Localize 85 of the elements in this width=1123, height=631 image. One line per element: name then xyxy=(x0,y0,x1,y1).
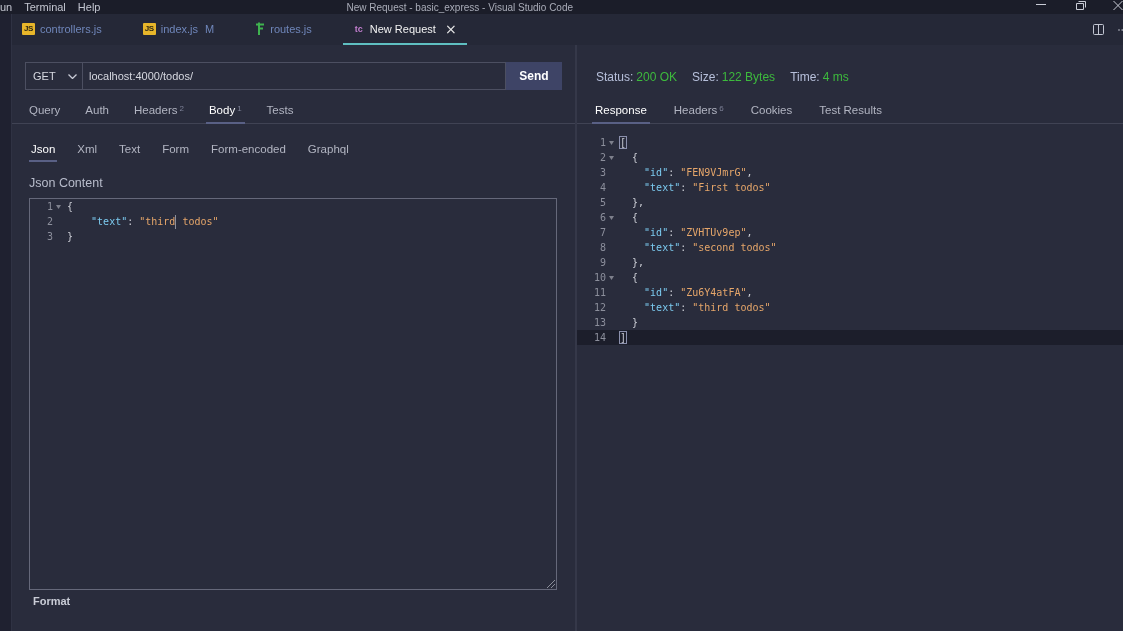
request-tab[interactable]: Headers $^{2}$ xyxy=(131,98,187,124)
line-number: 7 xyxy=(598,226,606,240)
menu-item[interactable]: Terminal xyxy=(24,0,66,14)
code-line: }, xyxy=(631,256,645,270)
editor-tab[interactable]: tc New Request × xyxy=(342,14,467,45)
code-line: } xyxy=(67,230,74,244)
line-number: 3 xyxy=(45,230,53,244)
section-label: Json Content xyxy=(29,175,104,192)
signpost-icon xyxy=(255,22,266,35)
response-tab[interactable]: Headers $^{6}$ xyxy=(670,98,727,124)
editor-tab[interactable]: JS index.js M xyxy=(132,14,246,45)
fold-arrow-icon[interactable] xyxy=(609,215,614,220)
code-line: }, xyxy=(631,196,645,210)
body-type-tab[interactable]: Text xyxy=(117,138,143,162)
fold-arrow-icon[interactable] xyxy=(609,140,614,145)
code-line: "text": "second todos" xyxy=(643,241,777,255)
code-line: { xyxy=(631,211,639,225)
response-meta-label: Size: xyxy=(692,69,719,85)
request-tab[interactable]: Tests xyxy=(263,98,297,124)
response-meta-value: 122 Bytes xyxy=(721,69,776,85)
method-select[interactable]: GET xyxy=(25,62,83,90)
code-line: { xyxy=(67,200,74,214)
editor-tab[interactable]: routes.js xyxy=(245,14,343,45)
body-type-tab[interactable]: Graphql xyxy=(305,138,351,162)
resize-grip-icon[interactable] xyxy=(547,580,555,588)
fold-arrow-icon[interactable] xyxy=(56,204,61,209)
fold-arrow-icon[interactable] xyxy=(609,275,614,280)
response-meta-label: Time: xyxy=(790,69,820,85)
code-line: [ xyxy=(620,136,627,150)
response-meta-value: 4 ms xyxy=(822,69,849,85)
line-number: 9 xyxy=(598,256,606,270)
line-number: 1 xyxy=(598,136,606,150)
response-meta-label: Status: xyxy=(596,69,634,85)
tc-icon: tc xyxy=(354,23,365,34)
line-number: 11 xyxy=(592,286,606,300)
code-line: "id": "FEN9VJmrG", xyxy=(643,166,753,180)
editor-tab[interactable]: JS controllers.js xyxy=(12,14,133,45)
line-number: 1 xyxy=(45,200,53,214)
request-tab[interactable]: Body $^{1}$ xyxy=(205,98,245,124)
line-number: 5 xyxy=(598,196,606,210)
code-line: { xyxy=(631,271,639,285)
more-actions-icon[interactable] xyxy=(1118,28,1123,31)
menu-item[interactable]: un xyxy=(0,0,13,14)
line-number: 13 xyxy=(592,316,606,330)
send-button[interactable]: Send xyxy=(506,62,562,90)
restore-icon[interactable] xyxy=(1076,1,1086,10)
window-title: New Request - basic_express - Visual Studio Code xyxy=(346,0,574,14)
line-number: 8 xyxy=(598,241,606,255)
line-number: 4 xyxy=(598,181,606,195)
format-button[interactable]: Format xyxy=(30,594,74,608)
code-line: "text": "third todos" xyxy=(643,301,771,315)
code-line: ] xyxy=(620,331,627,345)
request-tab[interactable]: Auth xyxy=(82,98,112,124)
line-number: 12 xyxy=(592,301,606,315)
json-editor[interactable]: 1 { 2 "text": "third todos" 3 } xyxy=(29,198,557,590)
code-line: "id": "Zu6Y4atFA", xyxy=(643,286,753,300)
body-type-tab[interactable]: Json xyxy=(29,138,58,162)
request-tab[interactable]: Query xyxy=(26,98,64,124)
line-number: 3 xyxy=(598,166,606,180)
response-tab[interactable]: Response xyxy=(592,98,650,124)
code-line: "id": "ZVHTUv9ep", xyxy=(643,226,753,240)
close-icon[interactable] xyxy=(1113,1,1123,10)
js-file-icon: JS xyxy=(142,22,156,35)
code-line: "text": "third todos" xyxy=(90,214,219,229)
response-tab[interactable]: Cookies xyxy=(747,98,796,124)
line-number: 2 xyxy=(598,151,606,165)
response-meta-value: 200 OK xyxy=(636,69,678,85)
body-type-tab[interactable]: Xml xyxy=(75,138,100,162)
menu-item[interactable]: Help xyxy=(77,0,101,14)
line-number: 10 xyxy=(592,271,606,285)
code-line: } xyxy=(631,316,639,330)
line-number: 2 xyxy=(45,215,53,229)
line-number: 14 xyxy=(592,331,606,345)
code-line: { xyxy=(631,151,639,165)
body-type-tab[interactable]: Form xyxy=(160,138,192,162)
fold-arrow-icon[interactable] xyxy=(609,155,614,160)
code-line: "text": "First todos" xyxy=(643,181,771,195)
url-input[interactable]: localhost:4000/todos/ xyxy=(83,62,506,90)
line-number: 6 xyxy=(598,211,606,225)
chevron-down-icon xyxy=(68,73,77,79)
body-type-tab[interactable]: Form-encoded xyxy=(209,138,288,162)
split-editor-icon[interactable] xyxy=(1093,24,1104,35)
close-tab-button[interactable]: × xyxy=(441,19,460,38)
response-tab[interactable]: Test Results xyxy=(816,98,885,124)
js-file-icon: JS xyxy=(22,22,35,35)
